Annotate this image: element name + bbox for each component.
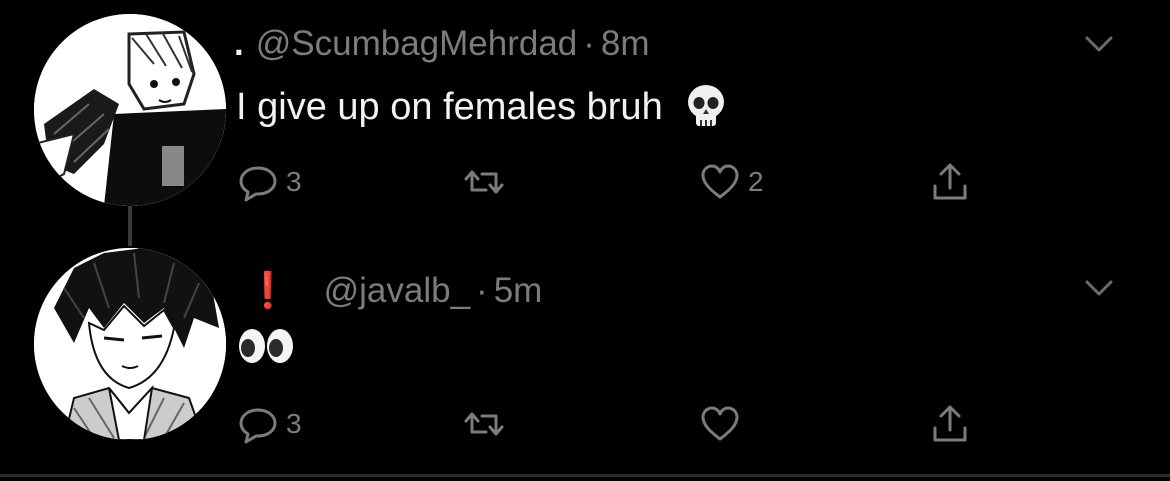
like-button[interactable]: 2 (698, 160, 764, 204)
reply-button[interactable]: 3 (236, 402, 302, 446)
tweet-text-content: I give up on females bruh (236, 85, 663, 128)
avatar[interactable] (34, 14, 226, 206)
share-icon (933, 163, 967, 200)
timestamp[interactable]: 5m (494, 271, 543, 311)
retweet-icon (464, 412, 504, 436)
handle[interactable]: @javalb_ (324, 271, 470, 311)
separator: · (583, 24, 595, 63)
retweet-button[interactable] (462, 160, 512, 204)
share-button[interactable] (928, 402, 972, 446)
tweet-header: . @ScumbagMehrdad · 8m (232, 24, 650, 64)
like-icon (701, 406, 739, 441)
divider (0, 474, 1170, 477)
tweet-actions: 3 2 (236, 160, 996, 210)
timestamp[interactable]: 8m (601, 24, 650, 64)
skull-emoji-icon (687, 85, 724, 126)
reply-count: 3 (286, 166, 302, 197)
chevron-down-icon[interactable] (1084, 34, 1114, 54)
display-name[interactable]: . (234, 24, 244, 64)
reply-icon (239, 166, 277, 202)
handle[interactable]: @ScumbagMehrdad (256, 24, 578, 64)
share-icon (933, 405, 967, 442)
retweet-button[interactable] (462, 402, 512, 446)
reply-button[interactable]: 3 (236, 160, 302, 204)
separator: · (476, 271, 488, 310)
like-button[interactable] (698, 402, 748, 446)
share-button[interactable] (928, 160, 972, 204)
tweet[interactable]: ❗ @javalb_ · 5m 3 (0, 240, 1170, 476)
like-count: 2 (748, 166, 764, 197)
reply-icon (239, 408, 277, 444)
tweet-text (236, 326, 296, 366)
tweet-text: I give up on females bruh (236, 82, 731, 132)
tweet-header: ❗ @javalb_ · 5m (232, 270, 542, 311)
avatar[interactable] (34, 248, 226, 440)
eyes-emoji-icon (239, 329, 293, 363)
display-name[interactable]: ❗ (246, 270, 290, 311)
reply-count: 3 (286, 408, 302, 439)
chevron-down-icon[interactable] (1084, 278, 1114, 298)
retweet-icon (464, 170, 504, 194)
like-icon (701, 164, 739, 199)
tweet[interactable]: . @ScumbagMehrdad · 8m I give up on fema… (0, 0, 1170, 240)
tweet-actions: 3 (236, 402, 996, 452)
